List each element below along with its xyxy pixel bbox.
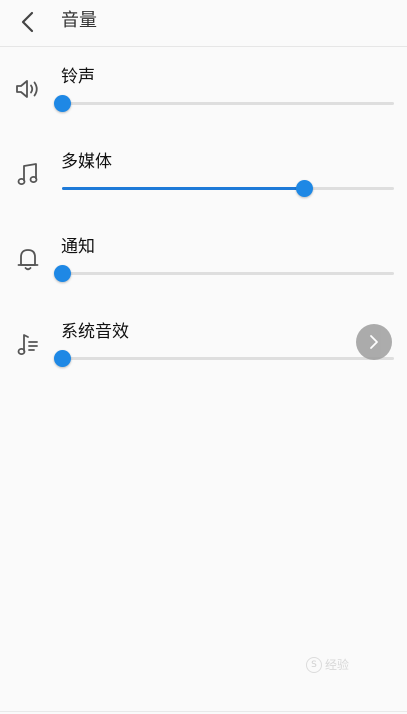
notification-label: 通知: [61, 237, 95, 257]
floating-next-button[interactable]: [356, 324, 392, 360]
slider-fill: [62, 187, 305, 190]
notification-volume-slider[interactable]: [54, 265, 394, 282]
system-sound-icon: [13, 329, 43, 359]
ringtone-volume-slider[interactable]: [54, 95, 394, 112]
chevron-left-icon: [21, 11, 34, 33]
bottom-divider: [0, 711, 407, 712]
volume-row-media: 多媒体: [0, 145, 407, 215]
volume-row-system-sounds: 系统音效: [0, 315, 407, 385]
speaker-icon: [13, 74, 43, 104]
system-sounds-label: 系统音效: [61, 322, 129, 342]
watermark: S 经验: [306, 656, 349, 673]
watermark-logo: S: [306, 656, 322, 673]
slider-thumb[interactable]: [54, 265, 71, 282]
bell-icon: [13, 244, 43, 274]
back-button[interactable]: [10, 6, 46, 38]
app-header: 音量: [0, 0, 407, 47]
volume-row-ringtone: 铃声: [0, 60, 407, 130]
media-volume-slider[interactable]: [62, 180, 394, 197]
page-title: 音量: [61, 10, 97, 31]
music-note-icon: [13, 159, 43, 189]
slider-thumb[interactable]: [54, 350, 71, 367]
slider-thumb[interactable]: [296, 180, 314, 197]
system-sounds-volume-slider[interactable]: [54, 350, 394, 367]
volume-row-notification: 通知: [0, 230, 407, 300]
watermark-text: 经验: [325, 658, 350, 672]
chevron-right-icon: [370, 335, 378, 349]
ringtone-label: 铃声: [61, 67, 95, 87]
slider-thumb[interactable]: [54, 95, 71, 112]
media-label: 多媒体: [61, 152, 112, 172]
